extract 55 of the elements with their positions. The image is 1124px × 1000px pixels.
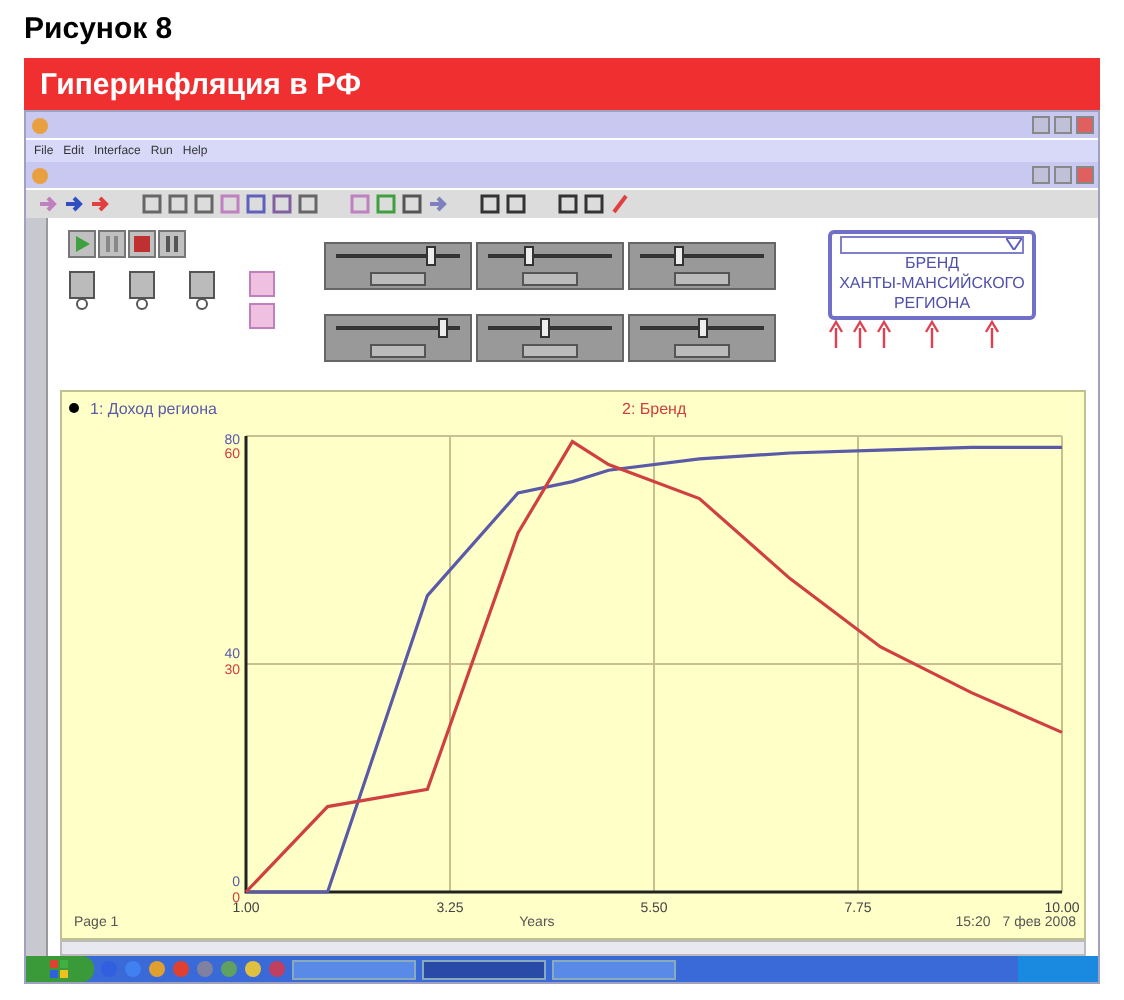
brand-text: РЕГИОНА	[893, 294, 971, 314]
pause-button[interactable]	[98, 230, 126, 258]
taskbar-button[interactable]	[422, 959, 546, 979]
taskbar-button[interactable]	[292, 959, 416, 979]
value-field	[370, 271, 426, 286]
scroll-bar[interactable]	[26, 218, 48, 956]
figure-caption: Рисунок 8	[24, 10, 175, 50]
app-icon	[30, 115, 50, 135]
arrow-icon[interactable]	[38, 194, 58, 214]
scroll-bar[interactable]	[60, 940, 1086, 956]
figure-banner: Гиперинфляция в РФ	[24, 58, 1100, 110]
square-icon[interactable]	[298, 194, 318, 214]
square-icon[interactable]	[402, 194, 422, 214]
value-field	[370, 343, 426, 358]
arrow-icon[interactable]	[64, 194, 84, 214]
brand-text: БРЕНД	[904, 254, 960, 273]
taskbar-button[interactable]	[552, 959, 676, 979]
square-icon[interactable]	[584, 194, 604, 214]
square-icon[interactable]	[142, 194, 162, 214]
app-icon	[30, 165, 50, 185]
square-icon[interactable]	[558, 194, 578, 214]
brand-text: ХАНТЫ-МАНСИЙСКОГО	[839, 274, 1025, 294]
minimize-button[interactable]	[1032, 166, 1050, 184]
arrow-icon[interactable]	[428, 194, 448, 214]
legend-label: 1: Доход региона	[90, 400, 217, 418]
square-icon[interactable]	[480, 194, 500, 214]
play-button[interactable]	[68, 230, 96, 258]
legend-label: 2: Бренд	[622, 400, 687, 418]
maximize-button[interactable]	[1054, 166, 1072, 184]
play-icon	[74, 236, 90, 252]
start-button[interactable]	[26, 956, 94, 982]
stop-button[interactable]	[128, 230, 156, 258]
square-icon[interactable]	[246, 194, 266, 214]
maximize-button[interactable]	[1054, 116, 1072, 134]
knob-icon[interactable]	[68, 270, 96, 310]
knob-icon[interactable]	[128, 270, 156, 310]
square-icon[interactable]	[506, 194, 526, 214]
pause-icon	[164, 236, 180, 252]
arrow-icon[interactable]	[90, 194, 110, 214]
minimize-button[interactable]	[1032, 116, 1050, 134]
value-field	[522, 343, 578, 358]
system-tray	[1018, 956, 1098, 982]
caret-icon	[1006, 238, 1022, 250]
square-icon[interactable]	[168, 194, 188, 214]
knob-icon[interactable]	[188, 270, 216, 310]
value-field	[674, 343, 730, 358]
pause-button[interactable]	[158, 230, 186, 258]
value-field	[674, 271, 730, 286]
stop-icon	[134, 236, 150, 252]
dropdown-field[interactable]	[840, 236, 1024, 254]
flag-icon	[50, 959, 70, 979]
square-icon[interactable]	[194, 194, 214, 214]
pause-icon	[104, 236, 120, 252]
legend-dot	[69, 403, 79, 413]
value-field	[522, 271, 578, 286]
